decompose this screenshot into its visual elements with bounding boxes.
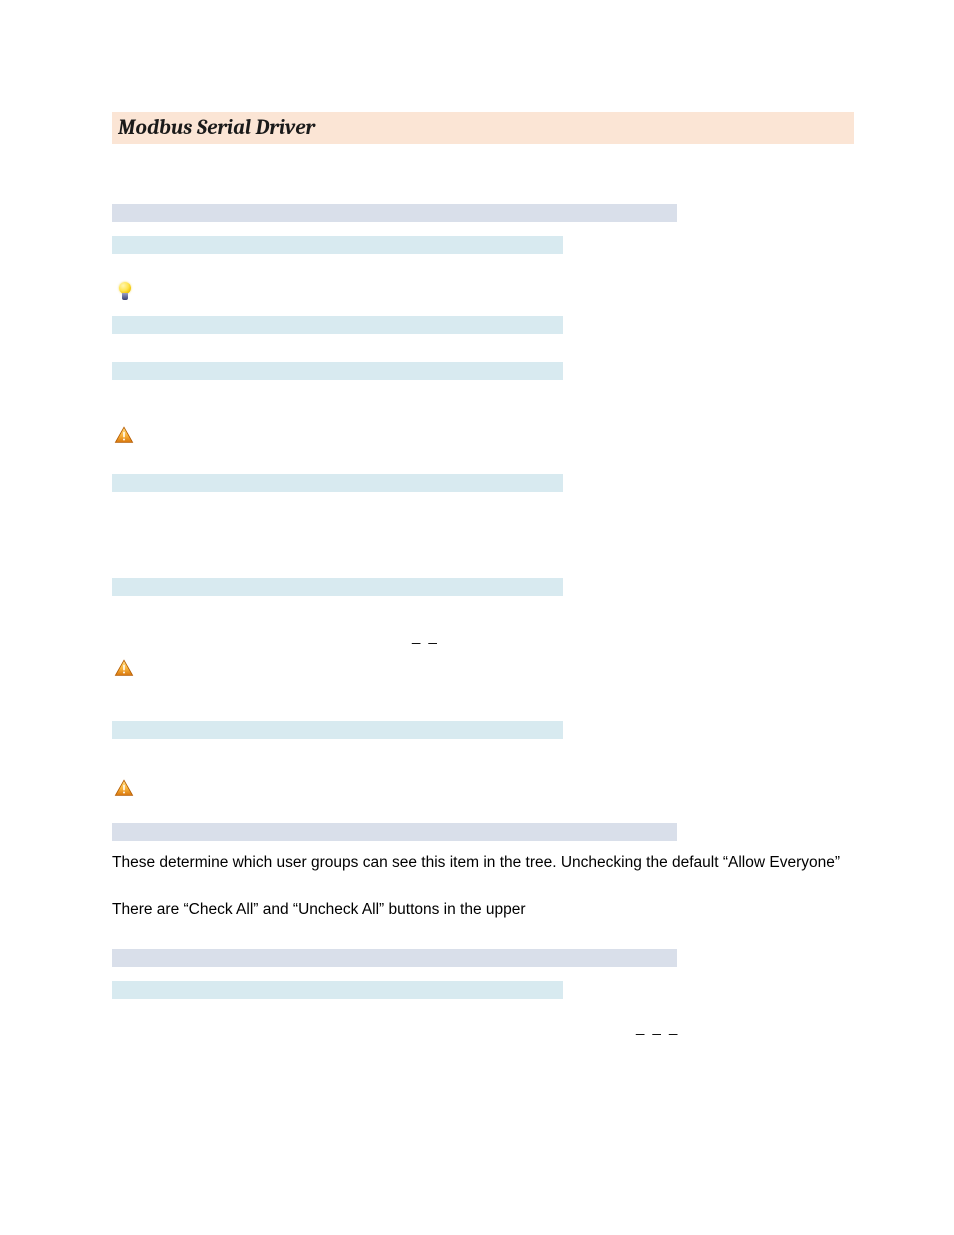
lightbulb-icon bbox=[116, 282, 134, 302]
subsection-heading-stripe bbox=[112, 236, 563, 254]
section-heading-stripe bbox=[112, 204, 677, 222]
page-title: Modbus Serial Driver bbox=[112, 112, 854, 144]
section-heading-stripe bbox=[112, 949, 677, 967]
permissions-paragraph: These determine which user groups can se… bbox=[112, 853, 842, 874]
warning-icon bbox=[114, 779, 842, 797]
subsection-heading-stripe bbox=[112, 578, 563, 596]
warning-icon bbox=[114, 426, 842, 444]
subsection-heading-stripe bbox=[112, 474, 563, 492]
section-heading-stripe bbox=[112, 823, 677, 841]
subsection-heading-stripe bbox=[112, 981, 563, 999]
subsection-heading-stripe bbox=[112, 362, 563, 380]
blank-placeholders: _ _ bbox=[412, 628, 842, 645]
document-page: Modbus Serial Driver bbox=[0, 0, 954, 1235]
subsection-heading-stripe bbox=[112, 721, 563, 739]
blank-placeholders: _ _ _ bbox=[636, 1019, 842, 1036]
check-all-paragraph: There are “Check All” and “Uncheck All” … bbox=[112, 900, 842, 921]
subsection-heading-stripe bbox=[112, 316, 563, 334]
warning-icon bbox=[114, 659, 842, 677]
